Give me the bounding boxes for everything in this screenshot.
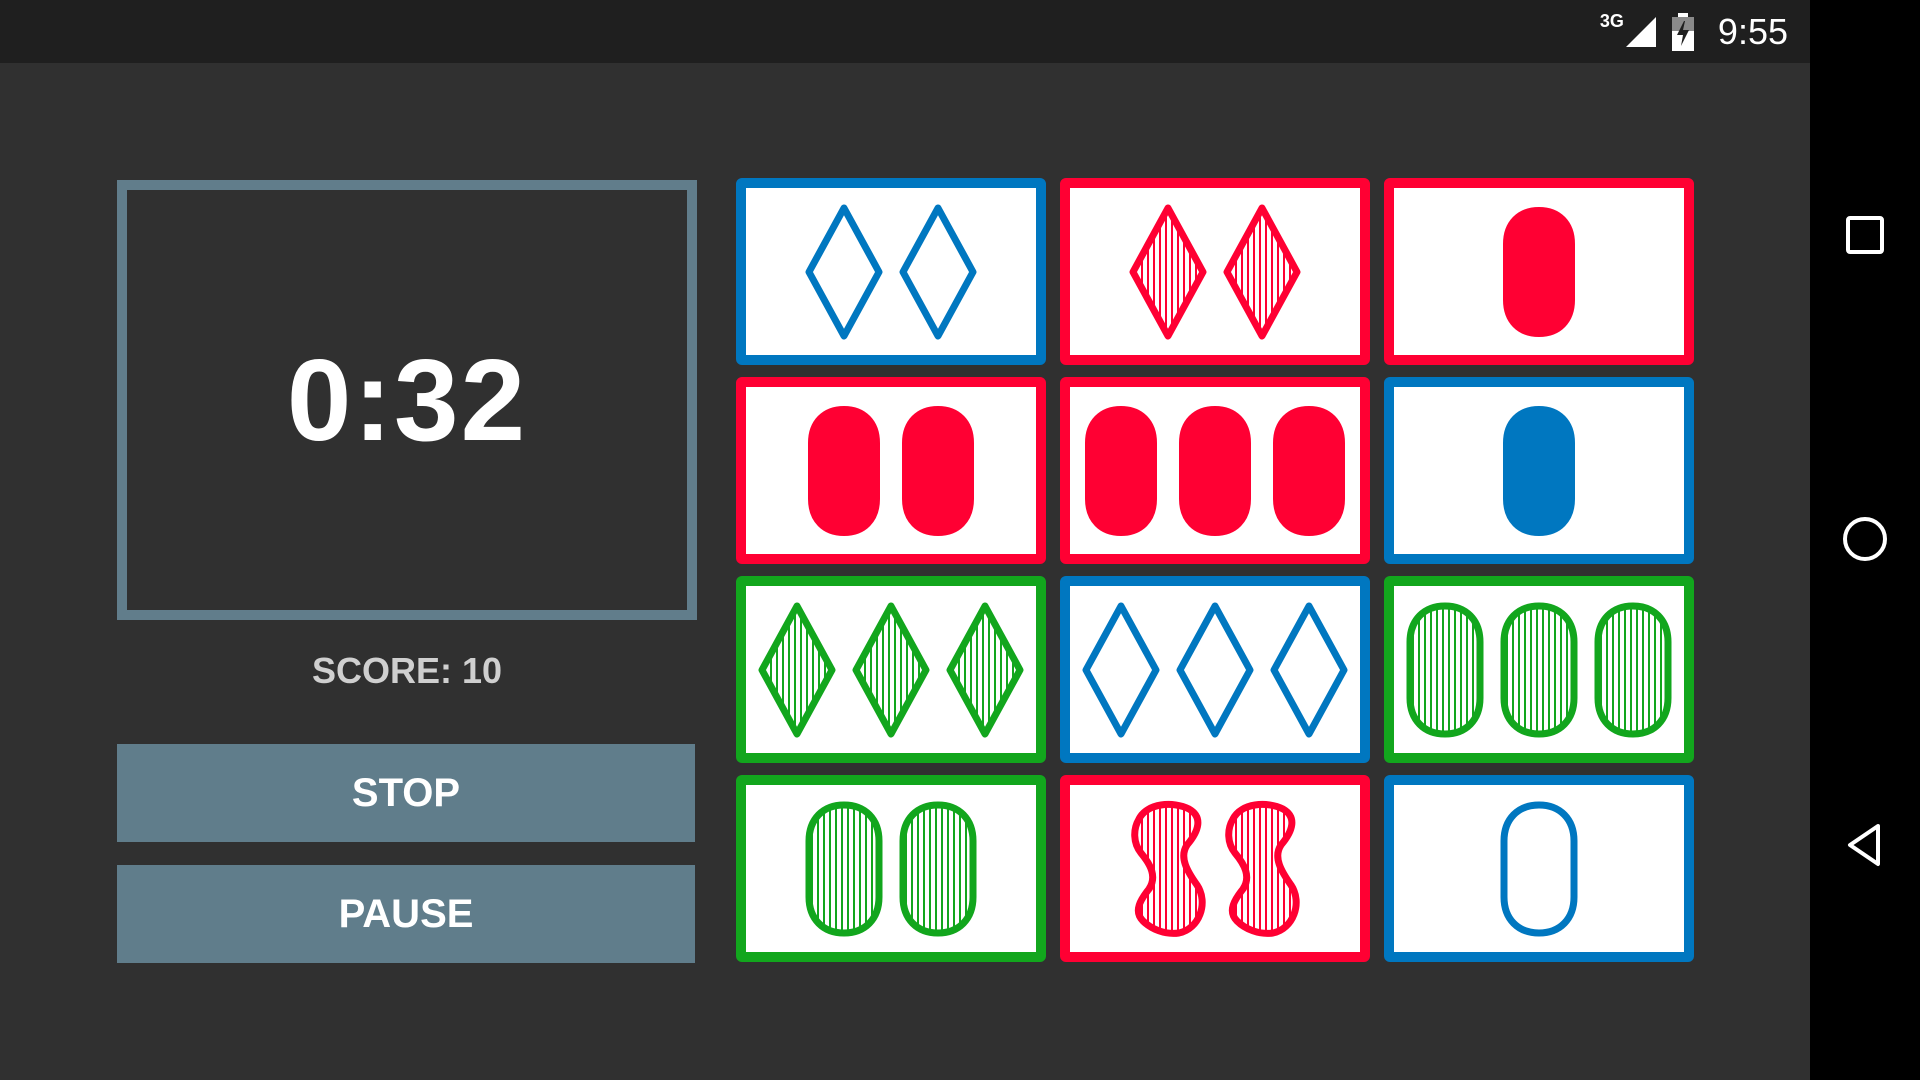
squiggle-symbols	[1131, 800, 1300, 937]
oval-symbol	[1503, 206, 1575, 337]
diamond-symbol	[899, 204, 977, 339]
oval-symbol	[1406, 602, 1484, 737]
squiggle-symbol	[1225, 800, 1300, 937]
diamond-symbol	[758, 602, 836, 737]
oval-symbol	[902, 405, 974, 536]
oval-symbol	[1085, 405, 1157, 536]
diamond-symbol	[946, 602, 1024, 737]
oval-symbol	[1500, 602, 1578, 737]
oval-symbol	[1273, 405, 1345, 536]
diamond-symbols	[1129, 204, 1301, 339]
diamond-symbols	[805, 204, 977, 339]
timer-display: 0:32	[286, 335, 528, 465]
set-card[interactable]	[1060, 178, 1370, 365]
card-board	[736, 178, 1694, 965]
diamond-symbol	[1223, 204, 1301, 339]
set-card[interactable]	[736, 377, 1046, 564]
diamond-symbol	[852, 602, 930, 737]
stop-button[interactable]: STOP	[117, 744, 695, 842]
set-card[interactable]	[736, 178, 1046, 365]
diamond-symbols	[1082, 602, 1348, 737]
set-card[interactable]	[1060, 576, 1370, 763]
oval-symbol	[1179, 405, 1251, 536]
squiggle-symbol	[1131, 800, 1206, 937]
oval-symbols	[1406, 602, 1672, 737]
set-card[interactable]	[1384, 576, 1694, 763]
set-card[interactable]	[736, 775, 1046, 962]
set-card[interactable]	[1060, 377, 1370, 564]
oval-symbols	[808, 405, 974, 536]
oval-symbol	[1594, 602, 1672, 737]
oval-symbols	[805, 801, 977, 936]
oval-symbols	[1503, 206, 1575, 337]
status-icons: 3G 9:55	[1600, 0, 1788, 63]
score-label: SCORE: 10	[311, 650, 503, 691]
network-type: 3G	[1599, 11, 1624, 31]
oval-symbols	[1085, 405, 1345, 536]
set-card[interactable]	[1384, 377, 1694, 564]
oval-symbols	[1503, 405, 1575, 536]
circle-icon[interactable]	[1840, 514, 1890, 564]
oval-symbol	[899, 801, 977, 936]
oval-symbol	[808, 405, 880, 536]
back-triangle-icon[interactable]	[1840, 820, 1890, 870]
battery-charging-icon	[1671, 12, 1694, 51]
oval-symbols	[1500, 801, 1578, 936]
diamond-symbol	[1176, 602, 1254, 737]
diamond-symbol	[1082, 602, 1160, 737]
set-card[interactable]	[1060, 775, 1370, 962]
square-icon[interactable]	[1840, 210, 1890, 260]
oval-symbol	[1503, 405, 1575, 536]
clock: 9:55	[1717, 10, 1788, 52]
set-card[interactable]	[736, 576, 1046, 763]
timer-panel: 0:32	[117, 180, 697, 620]
oval-symbol	[805, 801, 883, 936]
diamond-symbol	[805, 204, 883, 339]
signal-icon	[1625, 16, 1656, 47]
diamond-symbol	[1270, 602, 1348, 737]
diamond-symbol	[1129, 204, 1207, 339]
set-card[interactable]	[1384, 178, 1694, 365]
diamond-symbols	[758, 602, 1024, 737]
status-bar: 3G 9:55	[0, 0, 1810, 63]
oval-symbol	[1500, 801, 1578, 936]
navigation-bar	[1810, 0, 1920, 1080]
pause-button[interactable]: PAUSE	[117, 865, 695, 963]
set-card[interactable]	[1384, 775, 1694, 962]
